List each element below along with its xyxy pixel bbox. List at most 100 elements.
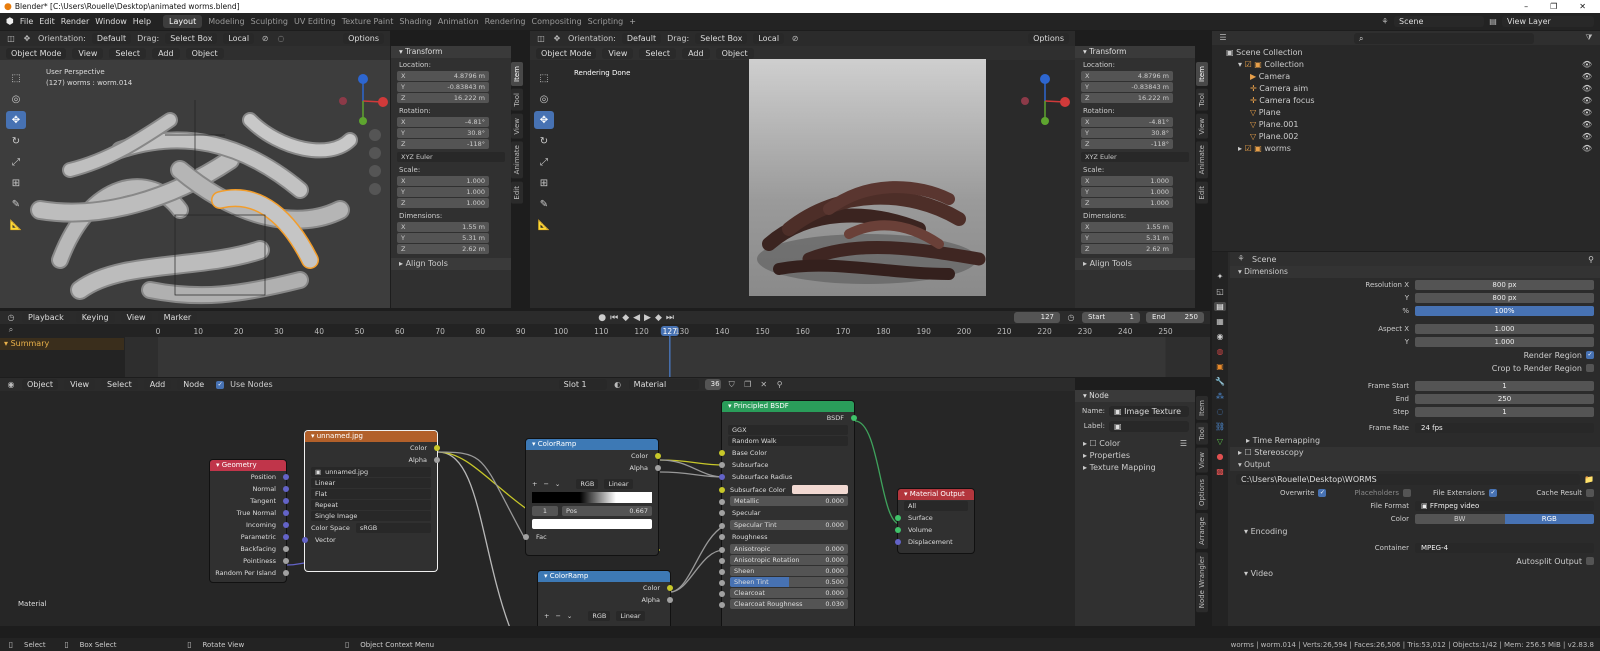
rotation-z-field-2[interactable]: Z -118°: [1081, 139, 1173, 149]
bsdf-input-socket[interactable]: [719, 534, 725, 540]
tab-view[interactable]: View: [511, 113, 523, 139]
next-key-icon[interactable]: ◆: [655, 313, 662, 323]
editor-type-icon[interactable]: ◫: [6, 34, 16, 44]
object-tab-icon[interactable]: ▣: [1216, 362, 1224, 371]
data-tab-icon[interactable]: ▽: [1217, 437, 1223, 446]
tab-item[interactable]: Item: [511, 62, 523, 86]
viewport-left[interactable]: ◫ ✥ Orientation: Default Drag: Select Bo…: [0, 31, 390, 308]
remove-stop-2-icon[interactable]: −: [555, 612, 560, 620]
outliner-row[interactable]: ▽ Plane.001 👁: [1212, 119, 1600, 131]
play-reverse-icon[interactable]: ◀: [633, 313, 640, 323]
dimensions-panel-header[interactable]: ▾ Dimensions: [1230, 266, 1600, 278]
material-output-node[interactable]: ▾ Material Output All Surface Volume Displa…: [895, 489, 974, 553]
outliner-row[interactable]: ▽ Plane.002 👁: [1212, 131, 1600, 143]
transform-pivot-dropdown-2[interactable]: Local: [753, 33, 785, 44]
node-label-field[interactable]: ▣: [1109, 420, 1189, 432]
material-tab-icon[interactable]: ●: [1217, 452, 1224, 461]
scale-y-field-2[interactable]: Y 1.000: [1081, 187, 1173, 197]
file-format-dropdown[interactable]: ▣ FFmpeg video: [1415, 501, 1594, 511]
rotation-mode-dropdown[interactable]: XYZ Euler: [397, 152, 505, 162]
geometry-node[interactable]: ▾ Geometry Position Normal Tangent True Norm…: [210, 460, 289, 582]
scale-y-field[interactable]: Y 1.000: [397, 187, 489, 197]
menu-help[interactable]: Help: [133, 17, 151, 26]
ramp1-gradient[interactable]: [532, 492, 652, 503]
outliner-row[interactable]: ✛ Camera focus 👁: [1212, 95, 1600, 107]
placeholders-checkbox[interactable]: [1403, 489, 1411, 497]
image-selector[interactable]: ▣ unnamed.jpg: [311, 467, 431, 477]
start-frame-field[interactable]: Start 1: [1082, 312, 1140, 323]
source-dropdown[interactable]: Single Image: [311, 511, 431, 521]
output-tab-icon[interactable]: ▤: [1214, 302, 1226, 311]
bsdf-input-field[interactable]: Specular Tint 0.000: [730, 520, 848, 530]
scale-tool-2-icon[interactable]: ⤢: [534, 153, 554, 171]
menu-render[interactable]: Render: [61, 17, 89, 26]
pin-properties-icon[interactable]: ⚲: [1588, 255, 1594, 264]
visibility-eye-icon[interactable]: 👁: [1582, 143, 1592, 155]
tab-animate[interactable]: Animate: [511, 141, 523, 179]
ramp1-color-swatch[interactable]: [532, 519, 652, 529]
aspect-y-field[interactable]: 1.000: [1415, 337, 1594, 347]
timeline-view-menu[interactable]: View: [120, 312, 152, 323]
overwrite-checkbox[interactable]: ✓: [1318, 489, 1327, 497]
tab-edit[interactable]: Edit: [511, 181, 523, 204]
timeline-ruler[interactable]: 0 10 20 30 40 50 60 70 80 90 100 110 120 127130 140 150…: [125, 325, 1210, 377]
rgb-button[interactable]: RGB: [1504, 514, 1594, 524]
ramp2-alpha-socket[interactable]: [667, 597, 673, 603]
geometry-node-header[interactable]: ▾ Geometry: [210, 460, 286, 471]
ramp1-pos-field[interactable]: Pos 0.667: [562, 506, 652, 516]
color-output-socket[interactable]: [434, 445, 440, 451]
color-space-dropdown[interactable]: sRGB: [355, 523, 431, 533]
select-tool-2-icon[interactable]: ⬚: [534, 69, 554, 87]
frame-step-field[interactable]: 1: [1415, 407, 1594, 417]
outliner-row[interactable]: ▶ Camera 👁: [1212, 71, 1600, 83]
minimize-button[interactable]: –: [1524, 2, 1528, 11]
bsdf-input-socket[interactable]: [719, 462, 725, 468]
output-socket[interactable]: [283, 546, 289, 552]
output-panel-header[interactable]: ▾ Output: [1230, 459, 1600, 471]
add-stop-icon[interactable]: +: [532, 480, 537, 488]
jump-start-icon[interactable]: ⏮: [610, 313, 618, 323]
aspect-x-field[interactable]: 1.000: [1415, 324, 1594, 334]
dimensions-x-field-2[interactable]: X 1.55 m: [1081, 222, 1173, 232]
bsdf-input-socket[interactable]: [719, 450, 725, 456]
remove-stop-icon[interactable]: −: [543, 480, 548, 488]
bsdf-input-field[interactable]: Clearcoat Roughness 0.030: [730, 599, 848, 609]
encoding-panel-header[interactable]: ▾ Encoding: [1230, 526, 1600, 538]
annotate-tool-icon[interactable]: ✎: [6, 195, 26, 213]
render-region-checkbox[interactable]: ✓: [1586, 351, 1594, 359]
view-menu-2[interactable]: View: [602, 47, 634, 59]
output-socket[interactable]: [283, 522, 289, 528]
bsdf-input-socket[interactable]: [719, 499, 725, 505]
worms-model-viewport[interactable]: [0, 60, 390, 308]
navigation-gizmo-2[interactable]: [1020, 71, 1075, 231]
drag-dropdown[interactable]: Select Box: [165, 33, 218, 44]
ramp2-header[interactable]: ▾ ColorRamp: [538, 571, 670, 582]
output-socket[interactable]: [283, 498, 289, 504]
output-input-socket[interactable]: [895, 539, 901, 545]
stereoscopy-row[interactable]: ▸ ☐ Stereoscopy: [1230, 447, 1600, 459]
drag-dropdown-2[interactable]: Select Box: [695, 33, 748, 44]
outliner-row[interactable]: ✛ Camera aim 👁: [1212, 83, 1600, 95]
texture-tab-icon[interactable]: ▩: [1216, 467, 1224, 476]
dimensions-y-field[interactable]: Y 5.31 m: [397, 233, 489, 243]
subsurface-method-dropdown[interactable]: Random Walk: [728, 436, 848, 446]
move-tool-icon[interactable]: ✥: [22, 34, 32, 44]
annotate-tool-2-icon[interactable]: ✎: [534, 195, 554, 213]
transform-panel-header-2[interactable]: ▾ Transform: [1075, 46, 1195, 58]
tab-edit-2[interactable]: Edit: [1196, 181, 1208, 204]
output-socket[interactable]: [283, 534, 289, 540]
output-socket[interactable]: [283, 486, 289, 492]
autosplit-row[interactable]: Autosplit Output: [1230, 555, 1600, 567]
distribution-dropdown[interactable]: GGX: [728, 425, 848, 435]
select-menu-2[interactable]: Select: [639, 47, 677, 59]
node-tab-options[interactable]: Options: [1196, 475, 1208, 511]
scale-z-field[interactable]: Z 1.000: [397, 198, 489, 208]
dimensions-z-field[interactable]: Z 2.62 m: [397, 244, 489, 254]
measure-tool-icon[interactable]: 📐: [6, 216, 26, 234]
folder-icon[interactable]: 📁: [1584, 475, 1594, 484]
frame-end-field[interactable]: 250: [1415, 394, 1594, 404]
ramp1-alpha-socket[interactable]: [655, 465, 661, 471]
node-editor[interactable]: ◉ Object View Select Add Node ✓ Use Node…: [0, 378, 1075, 626]
output-input-socket[interactable]: [895, 515, 901, 521]
orientation-dropdown[interactable]: Default: [91, 33, 132, 44]
